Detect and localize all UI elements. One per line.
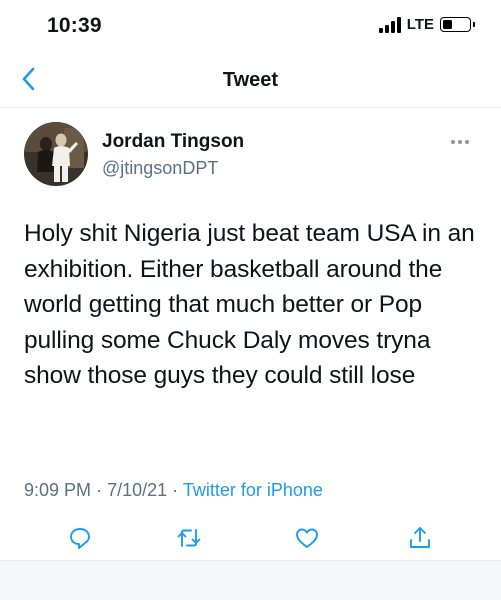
tweet-source-link[interactable]: Twitter for iPhone [183,480,323,500]
more-icon [451,140,455,144]
tweet-header: Jordan Tingson @jtingsonDPT [0,108,501,196]
retweet-button[interactable] [175,524,203,552]
signal-strength-icon [378,16,401,33]
network-type: LTE [406,16,434,33]
retweet-icon [177,529,201,547]
reply-button[interactable] [66,524,94,552]
tweet-meta: 9:09 PM · 7/10/21 · Twitter for iPhone [24,480,323,501]
like-button[interactable] [293,524,321,552]
status-time: 10:39 [47,14,102,37]
more-options-button[interactable] [451,136,475,148]
share-button[interactable] [406,524,434,552]
reply-area-divider [0,560,501,600]
author-handle[interactable]: @jtingsonDPT [102,158,218,179]
author-display-name[interactable]: Jordan Tingson [102,131,244,153]
tweet-time: 9:09 PM [24,480,92,500]
tweet-actions [0,518,501,558]
battery-icon [440,17,475,32]
nav-bar: Tweet [0,52,501,108]
status-bar: 10:39 LTE [0,0,501,52]
avatar[interactable] [24,122,88,186]
status-indicators: LTE [378,16,475,33]
meta-separator: · [96,480,103,500]
tweet-date: 7/10/21 [107,480,168,500]
meta-separator: · [172,480,179,500]
reply-icon [70,528,90,549]
like-icon [296,528,318,548]
page-title: Tweet [222,69,279,91]
share-icon [410,527,430,548]
tweet-text: Holy shit Nigeria just beat team USA in … [24,220,475,389]
